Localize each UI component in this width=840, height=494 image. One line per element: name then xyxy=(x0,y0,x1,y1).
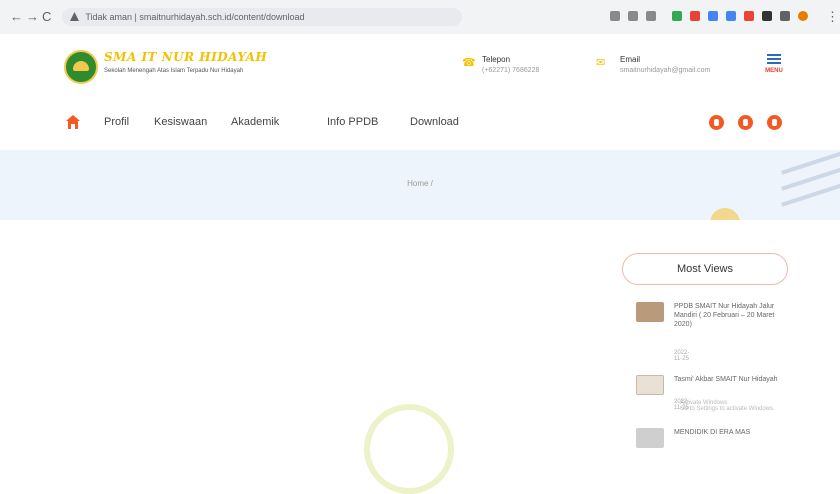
menu-button[interactable]: MENU xyxy=(760,52,788,80)
windows-activation-watermark: Activate Windows Go to Settings to activ… xyxy=(680,400,775,412)
facebook-icon[interactable] xyxy=(709,115,724,130)
phone-label: Telepon xyxy=(482,55,511,64)
bookmark-icon[interactable] xyxy=(646,11,656,21)
nav-item-kesiswaan[interactable]: Kesiswaan xyxy=(154,116,207,128)
reload-icon[interactable]: C xyxy=(42,9,51,25)
post-title[interactable]: PPDB SMAIT Nur Hidayah Jalur Mandiri ( 2… xyxy=(674,302,794,329)
hamburger-icon xyxy=(767,54,781,56)
extension-icon[interactable] xyxy=(610,11,620,21)
url-prefix: Tidak aman | xyxy=(85,12,137,22)
email-icon: ✉ xyxy=(596,57,606,69)
warning-icon xyxy=(70,12,79,21)
main-nav: Profil Kesiswaan Akademik Info PPDB Down… xyxy=(0,96,840,150)
more-icon[interactable]: ⋮ xyxy=(826,9,839,25)
email-label: Email xyxy=(620,55,641,64)
decoration xyxy=(710,208,740,220)
extension-icon[interactable] xyxy=(672,11,682,21)
instagram-icon[interactable] xyxy=(767,115,782,130)
phone-value: (+62271) 7686228 xyxy=(482,67,540,74)
extension-icon[interactable] xyxy=(762,11,772,21)
school-logo[interactable] xyxy=(64,50,98,84)
post-thumbnail[interactable] xyxy=(636,375,664,395)
hamburger-icon xyxy=(767,58,781,60)
forward-icon[interactable]: → xyxy=(26,9,39,25)
home-icon[interactable] xyxy=(66,115,80,129)
extension-icon[interactable] xyxy=(628,11,638,21)
page-banner: Home / xyxy=(0,150,840,220)
extensions-icon[interactable] xyxy=(780,11,790,21)
address-bar[interactable]: Tidak aman | smaitnurhidayah.sch.id/cont… xyxy=(62,8,462,26)
phone-icon: ☎ xyxy=(462,57,476,69)
extension-icon[interactable] xyxy=(708,11,718,21)
youtube-icon[interactable] xyxy=(738,115,753,130)
school-name[interactable]: SMA IT NUR HIDAYAH xyxy=(104,50,267,64)
nav-item-akademik[interactable]: Akademik xyxy=(231,116,279,128)
post-title[interactable]: Tasmi' Akbar SMAIT Nur Hidayah xyxy=(674,375,794,384)
post-date: 2022-11-25 xyxy=(674,350,690,362)
background-logo xyxy=(364,404,454,494)
hamburger-icon xyxy=(767,62,781,64)
extension-icon[interactable] xyxy=(726,11,736,21)
browser-toolbar: ← → C Tidak aman | smaitnurhidayah.sch.i… xyxy=(0,0,840,35)
profile-icon[interactable] xyxy=(798,11,808,21)
watermark-line: Go to Settings to activate Windows. xyxy=(680,406,775,412)
most-views-heading: Most Views xyxy=(622,253,788,285)
extension-icon[interactable] xyxy=(690,11,700,21)
site-header: SMA IT NUR HIDAYAH Sekolah Menengah Atas… xyxy=(0,34,840,96)
school-subtitle: Sekolah Menengah Atas Islam Terpadu Nur … xyxy=(104,68,244,74)
back-icon[interactable]: ← xyxy=(10,9,23,25)
nav-item-info-ppdb[interactable]: Info PPDB xyxy=(327,116,378,128)
post-title[interactable]: MENDIDIK DI ERA MAS xyxy=(674,428,794,437)
nav-item-profil[interactable]: Profil xyxy=(104,116,129,128)
menu-label: MENU xyxy=(765,68,783,74)
breadcrumb[interactable]: Home / xyxy=(0,179,840,188)
nav-item-download[interactable]: Download xyxy=(410,116,459,128)
email-value: smaitnurhidayah@gmail.com xyxy=(620,67,711,74)
post-thumbnail[interactable] xyxy=(636,302,664,322)
url-text: smaitnurhidayah.sch.id/content/download xyxy=(139,12,305,22)
post-thumbnail[interactable] xyxy=(636,428,664,448)
extension-icon[interactable] xyxy=(744,11,754,21)
